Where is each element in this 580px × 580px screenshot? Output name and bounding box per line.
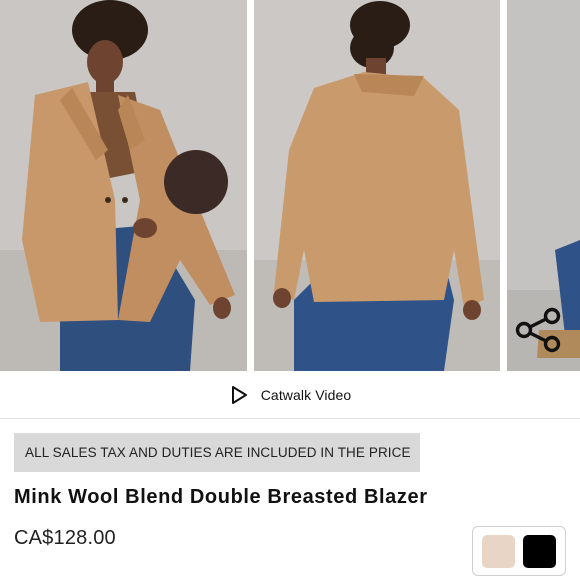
- catwalk-video-label: Catwalk Video: [260, 386, 352, 403]
- tax-info-text: ALL SALES TAX AND DUTIES ARE INCLUDED IN…: [25, 445, 411, 460]
- color-swatch-group: [472, 526, 566, 576]
- play-icon: [229, 385, 249, 405]
- share-button[interactable]: [514, 307, 564, 353]
- tax-info-banner: ALL SALES TAX AND DUTIES ARE INCLUDED IN…: [14, 433, 420, 472]
- product-image-front[interactable]: [0, 0, 247, 371]
- product-price: CA$128.00: [14, 527, 116, 549]
- color-swatch-black[interactable]: [523, 534, 557, 568]
- color-swatch-mink[interactable]: [481, 534, 515, 568]
- product-image-back[interactable]: [254, 0, 500, 371]
- product-title: Mink Wool Blend Double Breasted Blazer: [14, 486, 428, 508]
- share-icon: [515, 307, 561, 353]
- product-image-gallery[interactable]: [0, 0, 580, 371]
- catwalk-video-button[interactable]: Catwalk Video: [0, 371, 580, 419]
